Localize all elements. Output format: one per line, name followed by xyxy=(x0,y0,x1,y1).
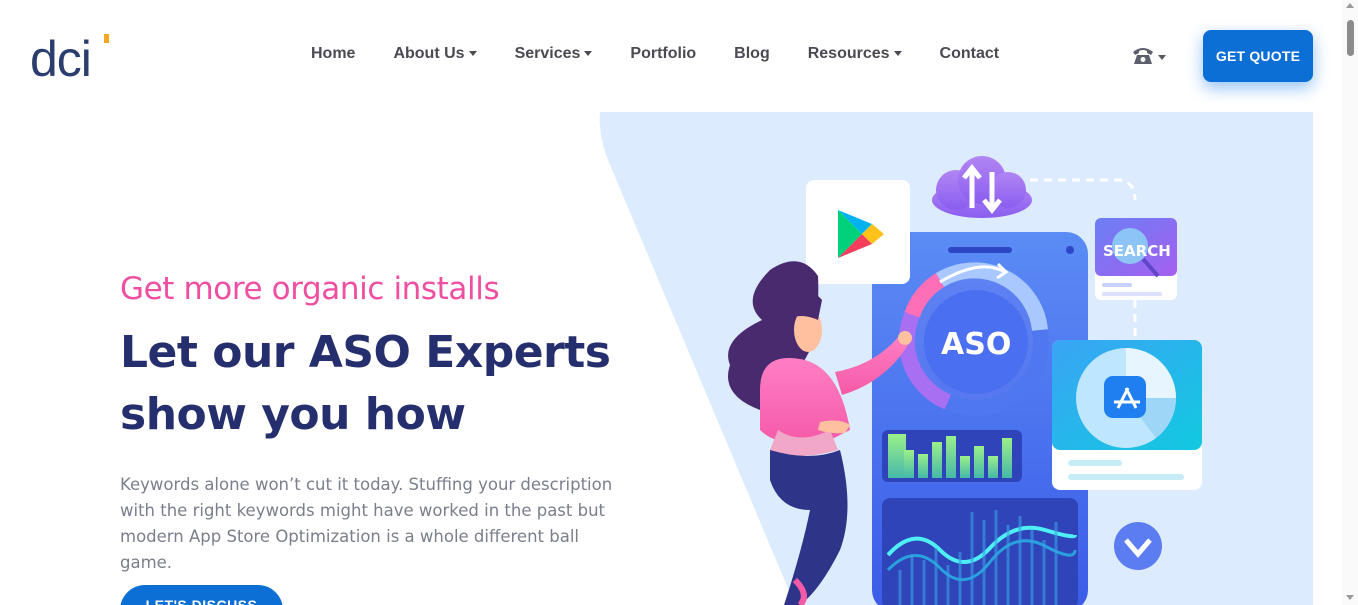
aso-illustration: SEARCH ASO xyxy=(728,156,1202,605)
nav-resources[interactable]: Resources xyxy=(808,45,902,63)
page-scrollbar[interactable] xyxy=(1342,0,1358,605)
caret-down-icon xyxy=(1158,54,1166,60)
nav-contact[interactable]: Contact xyxy=(940,45,1000,63)
scroll-thumb[interactable] xyxy=(1347,20,1354,56)
hero-eyebrow: Get more organic installs xyxy=(120,271,500,307)
aso-badge: ASO xyxy=(898,262,1050,416)
phone-dropdown[interactable] xyxy=(1131,44,1166,66)
caret-down-icon xyxy=(468,50,477,56)
scroll-up-icon[interactable] xyxy=(1346,3,1354,8)
get-quote-button[interactable]: GET QUOTE xyxy=(1203,30,1313,82)
app-store-card xyxy=(1052,340,1202,490)
telephone-icon xyxy=(1133,48,1153,64)
dci-logo[interactable]: dci xyxy=(30,26,120,82)
caret-down-icon xyxy=(893,50,902,56)
nav-blog[interactable]: Blog xyxy=(734,45,770,63)
nav-home[interactable]: Home xyxy=(311,45,355,63)
search-card-icon: SEARCH xyxy=(1095,218,1177,300)
hero-description: Keywords alone won’t cut it today. Stuff… xyxy=(120,475,613,572)
caret-down-icon xyxy=(584,50,593,56)
site-header: dci Home About Us Services Portfolio Blo… xyxy=(0,0,1358,112)
nav-portfolio[interactable]: Portfolio xyxy=(630,45,696,63)
bar-chart-card xyxy=(882,430,1022,482)
svg-text:dci: dci xyxy=(30,31,91,82)
main-nav: Home About Us Services Portfolio Blog Re… xyxy=(311,45,1037,63)
scroll-down-icon[interactable] xyxy=(1346,595,1354,600)
chevron-down-icon xyxy=(1114,522,1162,570)
hero-headline: Let our ASO Experts show you how xyxy=(120,327,611,440)
google-play-card xyxy=(806,180,910,284)
svg-text:ASO: ASO xyxy=(941,327,1011,362)
lets-discuss-button[interactable]: LET'S DISCUSS xyxy=(120,585,283,605)
nav-about-us[interactable]: About Us xyxy=(393,45,477,63)
svg-text:SEARCH: SEARCH xyxy=(1103,242,1171,260)
cloud-sync-icon xyxy=(932,156,1032,218)
hero-text-block: Get more organic installs Let our ASO Ex… xyxy=(120,268,640,446)
wave-chart-card xyxy=(882,498,1078,605)
nav-services[interactable]: Services xyxy=(515,45,593,63)
